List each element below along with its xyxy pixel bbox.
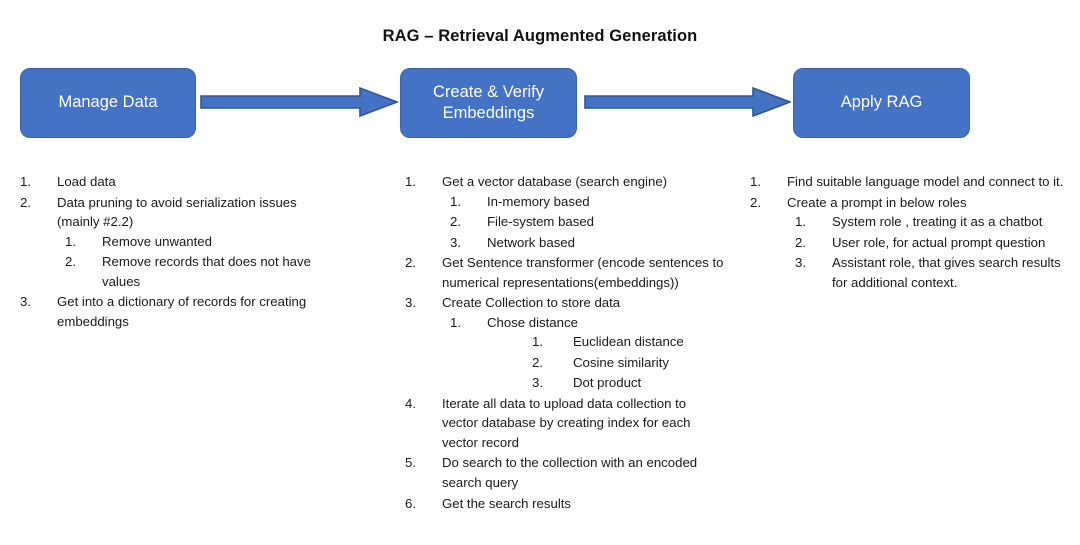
sub-step-list: 1. Chose distance 1. Euclidean distance 2. Co… bbox=[442, 313, 725, 393]
flow-box-label: Create & Verify Embeddings bbox=[433, 82, 544, 122]
flow-box-label: Apply RAG bbox=[840, 93, 923, 112]
list-item-number: 2. bbox=[795, 234, 806, 250]
list-item-number: 3. bbox=[450, 234, 461, 250]
list-item: 1. Euclidean distance bbox=[487, 332, 725, 352]
list-item-number: 1. bbox=[405, 174, 416, 189]
list-item-text: File-system based bbox=[487, 214, 595, 230]
list-item-text: Remove unwanted bbox=[102, 233, 212, 249]
arrow-embeddings-to-apply-icon bbox=[584, 86, 791, 118]
list-item-text: Create Collection to store data bbox=[442, 295, 621, 311]
list-item-text: Remove records that does not have values bbox=[102, 254, 311, 289]
list-item: 2. Cosine similarity bbox=[487, 353, 725, 373]
list-item-text: Get Sentence transformer (encode sentenc… bbox=[442, 255, 724, 290]
list-item-text: Get the search results bbox=[442, 495, 572, 511]
list-item-number: 1. bbox=[20, 174, 31, 189]
list-item-text: Do search to the collection with an enco… bbox=[442, 455, 698, 490]
list-item-text: Get into a dictionary of records for cre… bbox=[57, 294, 307, 329]
list-item-number: 1. bbox=[795, 214, 806, 230]
list-item-text: Chose distance bbox=[487, 314, 578, 330]
flow-box-label: Manage Data bbox=[58, 93, 158, 112]
list-item-text: User role, for actual prompt question bbox=[832, 234, 1046, 250]
list-item-text: Get a vector database (search engine) bbox=[442, 174, 668, 189]
list-item-number: 1. bbox=[532, 334, 543, 350]
list-item-text: Data pruning to avoid serialization issu… bbox=[57, 194, 297, 230]
sub-step-list: 1. In-memory based 2. File-system based 3. Ne… bbox=[442, 192, 725, 253]
list-item-number: 3. bbox=[532, 375, 543, 391]
list-item: 4. Iterate all data to upload data collec… bbox=[405, 394, 725, 453]
list-item-number: 1. bbox=[450, 193, 461, 209]
list-item-number: 2. bbox=[20, 194, 31, 210]
page-title: RAG – Retrieval Augmented Generation bbox=[382, 27, 698, 45]
list-item-number: 4. bbox=[405, 395, 416, 411]
list-item-text: In-memory based bbox=[487, 193, 590, 209]
list-item-number: 5. bbox=[405, 455, 416, 471]
list-item-text: Iterate all data to upload data collecti… bbox=[442, 395, 691, 450]
step-list: 1. Get a vector database (search engine) 1… bbox=[405, 172, 725, 513]
list-item: 3. Get into a dictionary of records for c… bbox=[20, 292, 320, 331]
list-item: 5. Do search to the collection with an en… bbox=[405, 453, 725, 492]
list-item-text: System role , treating it as a chatbot bbox=[832, 214, 1043, 230]
sub-step-list: 1. System role , treating it as a chatbot… bbox=[787, 212, 1075, 292]
column-create-verify-embeddings-steps: 1. Get a vector database (search engine) 1… bbox=[405, 172, 725, 514]
column-manage-data-steps: 1. Load data 2. Data pruning to avoid seria… bbox=[20, 172, 320, 332]
step-list: 1. Load data 2. Data pruning to avoid seria… bbox=[20, 172, 320, 331]
list-item-number: 3. bbox=[795, 255, 806, 271]
list-item: 2. Remove records that does not have valu… bbox=[57, 252, 320, 291]
list-item: 6. Get the search results bbox=[405, 494, 725, 514]
list-item-text: Find suitable language model and connect… bbox=[787, 174, 1064, 189]
list-item: 3. Assistant role, that gives search resu… bbox=[787, 253, 1075, 292]
list-item: 1. Remove unwanted bbox=[57, 232, 320, 252]
list-item: 2. File-system based bbox=[442, 212, 725, 232]
list-item: 1. Find suitable language model and conne… bbox=[750, 172, 1075, 192]
flow-box-create-verify-embeddings: Create & Verify Embeddings bbox=[400, 68, 577, 138]
list-item-number: 1. bbox=[750, 174, 761, 189]
list-item-text: Euclidean distance bbox=[573, 334, 684, 350]
arrow-manage-to-embeddings-icon bbox=[200, 86, 398, 118]
list-item: 3. Dot product bbox=[487, 373, 725, 393]
flow-box-apply-rag: Apply RAG bbox=[793, 68, 970, 138]
list-item-number: 3. bbox=[20, 294, 31, 310]
list-item-number: 2. bbox=[405, 255, 416, 271]
list-item-text: Create a prompt in below roles bbox=[787, 194, 967, 210]
list-item: 3. Network based bbox=[442, 233, 725, 253]
flow-box-manage-data: Manage Data bbox=[20, 68, 196, 138]
column-apply-rag-steps: 1. Find suitable language model and conne… bbox=[750, 172, 1075, 293]
list-item: 1. Chose distance 1. Euclidean distance 2. Co… bbox=[442, 313, 725, 393]
list-item-text: Assistant role, that gives search result… bbox=[832, 255, 1061, 290]
step-list: 1. Find suitable language model and conne… bbox=[750, 172, 1075, 292]
list-item: 1. Load data bbox=[20, 172, 320, 192]
list-item-number: 2. bbox=[450, 214, 461, 230]
list-item: 2. Get Sentence transformer (encode sente… bbox=[405, 253, 725, 292]
list-item: 1. In-memory based bbox=[442, 192, 725, 212]
list-item-number: 1. bbox=[65, 233, 76, 249]
list-item: 2. Data pruning to avoid serialization is… bbox=[20, 193, 320, 292]
list-item-text: Dot product bbox=[573, 375, 642, 391]
list-item: 3. Create Collection to store data 1. Chose… bbox=[405, 293, 725, 393]
list-item-text: Network based bbox=[487, 234, 575, 250]
list-item: 2. Create a prompt in below roles 1. System… bbox=[750, 193, 1075, 293]
sub-step-list: 1. Remove unwanted 2. Remove records that d… bbox=[57, 232, 320, 292]
list-item-number: 3. bbox=[405, 295, 416, 311]
list-item-number: 2. bbox=[532, 354, 543, 370]
list-item: 2. User role, for actual prompt question bbox=[787, 233, 1075, 253]
list-item-text: Load data bbox=[57, 174, 116, 189]
list-item-number: 1. bbox=[450, 314, 461, 330]
list-item: 1. System role , treating it as a chatbot bbox=[787, 212, 1075, 232]
list-item-number: 2. bbox=[65, 254, 76, 270]
sub-step-list: 1. Euclidean distance 2. Cosine similarity 3… bbox=[487, 332, 725, 393]
list-item-number: 2. bbox=[750, 194, 761, 210]
list-item-text: Cosine similarity bbox=[573, 354, 669, 370]
list-item-number: 6. bbox=[405, 495, 416, 511]
list-item: 1. Get a vector database (search engine) 1… bbox=[405, 172, 725, 252]
